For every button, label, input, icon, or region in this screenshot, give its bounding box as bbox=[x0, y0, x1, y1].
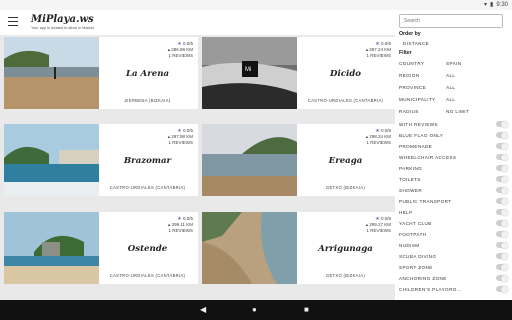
toggle-switch[interactable] bbox=[496, 175, 508, 183]
beach-photo bbox=[4, 124, 99, 196]
toggle-switch[interactable] bbox=[496, 241, 508, 249]
select-radius[interactable]: RADIUS NO LIMIT bbox=[399, 109, 507, 114]
svg-text:Mi: Mi bbox=[245, 67, 251, 73]
navigation-bar: ◀ ● ■ bbox=[0, 300, 512, 320]
beach-photo bbox=[4, 37, 99, 109]
toggle-switch[interactable] bbox=[496, 219, 508, 227]
app-subtitle: Your app is located to allow in Madrid bbox=[31, 26, 94, 30]
toggle-row: WHEELCHAIR ACCESS bbox=[399, 153, 508, 161]
beach-name: La Arena bbox=[125, 69, 170, 79]
hamburger-icon[interactable] bbox=[8, 17, 18, 26]
beach-name: Brazomar bbox=[123, 156, 172, 166]
beach-card[interactable]: ★ 0.0/5 ▴ 286.88 KM 1 REVIEWS La Arena Z… bbox=[4, 37, 198, 109]
toggle-switch[interactable] bbox=[496, 252, 508, 260]
wifi-icon: ▾ bbox=[483, 2, 487, 8]
toggle-row: SPORT ZONE bbox=[399, 263, 508, 271]
toggle-row: SCUBA DIVING bbox=[399, 252, 508, 260]
toggle-row: ANCHORING ZONE bbox=[399, 274, 508, 282]
toggle-switch[interactable] bbox=[496, 285, 508, 293]
toggle-row: FOOTPATH bbox=[399, 230, 508, 238]
toggle-switch[interactable] bbox=[496, 142, 508, 150]
toggle-row: PARKING bbox=[399, 164, 508, 172]
toggle-row: PUBLIC TRANSPORT bbox=[399, 197, 508, 205]
beach-card[interactable]: ★ 0.0/5 ▴ 299.11 KM 1 REVIEWS Ostende CA… bbox=[4, 212, 198, 284]
select-municipality[interactable]: MUNICIPALITY ALL bbox=[399, 97, 507, 102]
app-title: MiPlaya.ws bbox=[31, 14, 94, 25]
beach-name: Ostende bbox=[127, 244, 168, 254]
reviews-count: 1 REVIEWS bbox=[168, 53, 193, 58]
toggle-switch[interactable] bbox=[496, 120, 508, 128]
beach-card[interactable]: Mi ★ 0.0/5 ▴ 287.24 KM 1 REVIEWS Dicido … bbox=[202, 37, 396, 109]
toggle-switch[interactable] bbox=[496, 164, 508, 172]
battery-icon: ▮ bbox=[490, 2, 494, 8]
toggle-switch[interactable] bbox=[496, 153, 508, 161]
toggle-row: YACHT CLUB bbox=[399, 219, 508, 227]
filter-label: Filter bbox=[399, 50, 412, 56]
toggle-switch[interactable] bbox=[496, 208, 508, 216]
beach-location: CASTRO-URDIALES (CANTABRIA) bbox=[307, 98, 384, 103]
select-province[interactable]: PROVINCE ALL bbox=[399, 85, 507, 90]
reviews-count: 1 REVIEWS bbox=[366, 53, 391, 58]
toggle-switch[interactable] bbox=[496, 197, 508, 205]
beach-name: Arrigunaga bbox=[318, 244, 373, 254]
reviews-count: 1 REVIEWS bbox=[168, 228, 193, 233]
toggle-row: TOILETS bbox=[399, 175, 508, 183]
beach-card[interactable]: ★ 0.0/5 ▴ 297.98 KM 1 REVIEWS Brazomar C… bbox=[4, 124, 198, 196]
beach-name: Dicido bbox=[330, 69, 361, 79]
toggle-row: WITH REVIEWS bbox=[399, 120, 508, 128]
toggle-row: HELP bbox=[399, 208, 508, 216]
toggle-switch[interactable] bbox=[496, 230, 508, 238]
toggle-row: PROMENADE bbox=[399, 142, 508, 150]
toggle-row: CHILDREN'S PLAYGRO... bbox=[399, 285, 508, 293]
beach-location: CASTRO-URDIALES (CANTABRIA) bbox=[109, 273, 186, 278]
reviews-count: 1 REVIEWS bbox=[168, 140, 193, 145]
home-icon[interactable]: ● bbox=[252, 305, 257, 315]
beach-photo bbox=[4, 212, 99, 284]
order-by-label: Order by bbox=[399, 31, 421, 37]
search-input[interactable] bbox=[399, 14, 503, 28]
beach-photo bbox=[202, 212, 297, 284]
beach-name: Ereaga bbox=[328, 156, 363, 166]
toggle-switch[interactable] bbox=[496, 131, 508, 139]
beach-photo bbox=[202, 124, 297, 196]
beach-photo: Mi bbox=[202, 37, 297, 109]
beach-location: GETXO (BIZKAIA) bbox=[325, 185, 366, 190]
beach-location: ZIERBENA (BIZKAIA) bbox=[124, 98, 171, 103]
status-bar: ▾ ▮ 9:30 bbox=[0, 0, 512, 10]
beach-location: CASTRO-URDIALES (CANTABRIA) bbox=[109, 185, 186, 190]
toggle-switch[interactable] bbox=[496, 274, 508, 282]
toggle-switch[interactable] bbox=[496, 186, 508, 194]
order-by-select[interactable]: DISTANCE bbox=[403, 41, 511, 46]
app-bar: MiPlaya.ws Your app is located to allow … bbox=[0, 10, 395, 35]
beach-card[interactable]: ★ 0.0/5 ▴ 299.27 KM 1 REVIEWS Arrigunaga… bbox=[202, 212, 396, 284]
select-region[interactable]: REGION ALL bbox=[399, 73, 507, 78]
filter-panel: Order by DISTANCE Filter COUNTRYSPAIN RE… bbox=[395, 10, 512, 300]
toggle-row: BLUE FLAG ONLY bbox=[399, 131, 508, 139]
beach-location: GETXO (BIZKAIA) bbox=[325, 273, 366, 278]
status-time: 9:30 bbox=[496, 2, 508, 8]
reviews-count: 1 REVIEWS bbox=[366, 140, 391, 145]
back-icon[interactable]: ◀ bbox=[200, 305, 206, 315]
recents-icon[interactable]: ■ bbox=[304, 305, 309, 315]
toggle-row: NUDISM bbox=[399, 241, 508, 249]
reviews-count: 1 REVIEWS bbox=[366, 228, 391, 233]
select-country[interactable]: COUNTRY SPAIN bbox=[399, 61, 507, 66]
beach-card[interactable]: ★ 0.0/5 ▴ 298.24 KM 1 REVIEWS Ereaga GET… bbox=[202, 124, 396, 196]
toggle-row: SHOWER bbox=[399, 186, 508, 194]
toggle-switch[interactable] bbox=[496, 263, 508, 271]
